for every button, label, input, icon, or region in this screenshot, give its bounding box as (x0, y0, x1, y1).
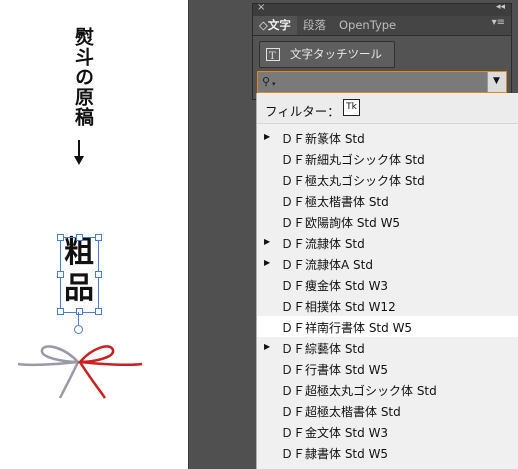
mizuhiki-ribbon-graphic (17, 345, 143, 399)
character-panel: × ◂◂ ◇文字 段落 OpenType ▾≡ 文字タッチツール ⚲ ▾ ▼ (252, 2, 512, 100)
selection-bounding-box[interactable] (60, 237, 99, 313)
resize-handle-ml[interactable] (57, 271, 64, 278)
filter-label: フィルター： (265, 104, 340, 119)
font-name: ＤＦ極太楷書体 Std (281, 195, 389, 209)
resize-handle-bl[interactable] (57, 308, 64, 315)
font-list-item[interactable]: ＤＦ極太丸ゴシック体 Std (257, 169, 518, 190)
font-name: ＤＦ新細丸ゴシック体 Std (281, 153, 425, 167)
search-options-caret-icon[interactable]: ▾ (272, 80, 276, 88)
font-list-item[interactable]: ＤＦ新細丸ゴシック体 Std (257, 148, 518, 169)
resize-handle-br[interactable] (95, 308, 102, 315)
expand-triangle-icon[interactable]: ▶ (264, 258, 270, 267)
font-name: ＤＦ隷書体 Std W5 (281, 447, 389, 461)
font-list-item[interactable]: ▶ ＤＦ新篆体 Std (257, 127, 518, 148)
font-list-item[interactable]: ▶ ＤＦ流隷体A Std (257, 253, 518, 274)
font-family-dropdown: フィルター： Tk ▶ ＤＦ新篆体 Std ＤＦ新細丸ゴシック体 Std ＤＦ極太丸ゴ… (256, 93, 518, 469)
font-list-item[interactable]: ＤＦ金文体 Std W3 (257, 421, 518, 442)
font-name: ＤＦ極太丸ゴシック体 Std (281, 174, 425, 188)
font-name: ＤＦ綜藝体 Std (281, 342, 365, 356)
font-name: ＤＦ欧陽詢体 Std W5 (281, 216, 401, 230)
font-list-item[interactable]: ＤＦ相撲体 Std W12 (257, 295, 518, 316)
font-dropdown-toggle[interactable]: ▼ (487, 71, 507, 93)
expand-triangle-icon[interactable]: ▶ (264, 342, 270, 351)
chevron-down-icon: ▼ (493, 76, 500, 86)
font-name: ＤＦ相撲体 Std W12 (281, 300, 396, 314)
font-list-item[interactable]: ＤＦ痩金体 Std W3 (257, 274, 518, 295)
touch-type-label: 文字タッチツール (290, 47, 382, 61)
font-name: ＤＦ超極太丸ゴシック体 Std (281, 384, 437, 398)
typekit-filter-icon[interactable]: Tk (343, 99, 360, 116)
font-list-item[interactable]: ＤＦ欧陽詢体 Std W5 (257, 211, 518, 232)
tab-opentype[interactable]: OpenType (333, 16, 402, 35)
touch-type-icon (266, 44, 280, 69)
font-list-item[interactable]: ▶ ＤＦ流隷体 Std (257, 232, 518, 253)
filter-bar: フィルター： Tk (257, 93, 518, 124)
artboard[interactable]: 熨斗の原稿 粗 品 (0, 0, 188, 469)
down-arrow-icon (73, 156, 84, 165)
rotation-stem (78, 312, 79, 325)
tab-character[interactable]: ◇文字 (253, 16, 297, 35)
resize-handle-tr[interactable] (95, 234, 102, 241)
expand-triangle-icon[interactable]: ▶ (264, 237, 270, 246)
expand-triangle-icon[interactable]: ▶ (264, 132, 270, 141)
font-family-search-input[interactable]: ⚲ ▾ ▼ (257, 71, 507, 93)
panel-tabs: ◇文字 段落 OpenType ▾≡ (253, 16, 511, 36)
font-name: ＤＦ行書体 Std W5 (281, 363, 389, 377)
resize-handle-tl[interactable] (57, 234, 64, 241)
font-name: ＤＦ流隷体A Std (281, 258, 373, 272)
panel-titlebar[interactable]: × ◂◂ (253, 2, 511, 16)
font-list-item[interactable]: ▶ ＤＦ綜藝体 Std (257, 337, 518, 358)
font-list-item[interactable]: ＤＦ行書体 Std W5 (257, 358, 518, 379)
resize-handle-mr[interactable] (95, 271, 102, 278)
font-name: ＤＦ祥南行書体 Std W5 (281, 321, 413, 335)
close-icon[interactable]: × (257, 2, 265, 13)
font-name: ＤＦ新篆体 Std (281, 132, 365, 146)
font-name: ＤＦ流隷体 Std (281, 237, 365, 251)
vertical-title: 熨斗の原稿 (72, 27, 94, 127)
resize-handle-tc[interactable] (76, 234, 83, 241)
font-name: ＤＦ痩金体 Std W3 (281, 279, 389, 293)
font-name: ＤＦ超極太楷書体 Std (281, 405, 401, 419)
search-icon: ⚲ (262, 75, 271, 88)
tab-paragraph[interactable]: 段落 (297, 16, 332, 35)
font-list-item[interactable]: ＤＦ極太楷書体 Std (257, 190, 518, 211)
font-list-item[interactable]: ＤＦ超極太楷書体 Std (257, 400, 518, 421)
font-name: ＤＦ金文体 Std W3 (281, 426, 389, 440)
touch-type-tool-button[interactable]: 文字タッチツール (259, 41, 395, 69)
font-list-item[interactable]: ＤＦ祥南行書体 Std W5 (257, 316, 518, 337)
panel-menu-icon[interactable]: ▾≡ (492, 17, 505, 28)
collapse-panel-icon[interactable]: ◂◂ (496, 2, 505, 12)
font-list-item[interactable]: ＤＦ超極太丸ゴシック体 Std (257, 379, 518, 400)
font-list-item[interactable]: ＤＦ隷書体 Std W5 (257, 442, 518, 463)
rotation-handle[interactable] (74, 325, 83, 334)
